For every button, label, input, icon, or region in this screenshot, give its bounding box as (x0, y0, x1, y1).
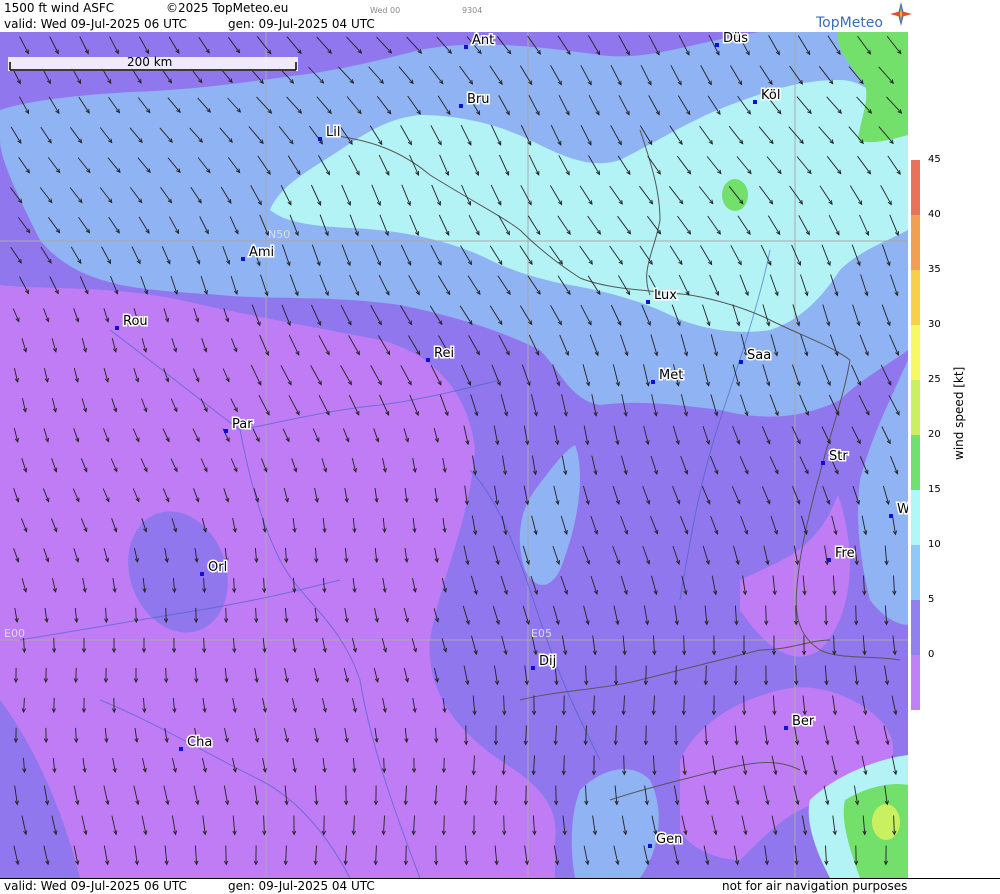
legend-tick-label: 40 (928, 209, 941, 220)
city-label-ant: Ant (472, 33, 494, 48)
city-label-cha: Cha (187, 735, 212, 750)
city-marker-orl (200, 572, 204, 576)
city-label-par: Par (232, 417, 253, 432)
legend-swatch (911, 435, 920, 490)
city-label-dij: Dij (539, 654, 556, 669)
city-label-lil: Lil (326, 125, 340, 140)
footer-generated-text: gen: 09-Jul-2025 04 UTC (228, 879, 375, 893)
footer-bar: valid: Wed 09-Jul-2025 06 UTC gen: 09-Ju… (0, 878, 1000, 894)
city-label-bru: Bru (467, 92, 490, 107)
city-marker-lux (646, 300, 650, 304)
run-code-text: 9304 (462, 4, 482, 18)
city-label-w: W (897, 502, 908, 517)
legend-tick-label: 25 (928, 374, 941, 385)
scale-bar-label: 200 km (127, 55, 172, 69)
header-bar: 1500 ft wind ASFC ©2025 TopMeteo.eu Wed … (0, 0, 1000, 32)
legend-swatch (911, 325, 920, 380)
legend-tick-label: 20 (928, 429, 941, 440)
legend-swatch (911, 160, 920, 215)
city-marker-düs (715, 43, 719, 47)
city-marker-ber (784, 726, 788, 730)
generated-time-text: gen: 09-Jul-2025 04 UTC (228, 17, 375, 31)
legend-swatch (911, 270, 920, 325)
city-marker-dij (531, 666, 535, 670)
city-label-rei: Rei (434, 346, 454, 361)
city-marker-saa (739, 360, 743, 364)
city-label-fre: Fre (835, 546, 855, 561)
city-label-rou: Rou (123, 314, 148, 329)
city-label-lux: Lux (654, 288, 677, 303)
legend-tick-label: 35 (928, 264, 941, 275)
city-marker-ant (464, 45, 468, 49)
city-marker-ami (241, 257, 245, 261)
city-marker-cha (179, 747, 183, 751)
city-marker-köl (753, 100, 757, 104)
wind-map: N50 E00 E05 200 km Ant Düs Bru Köl Lil Ami Lux… (0, 32, 909, 878)
legend-swatch (911, 545, 920, 600)
product-title: 1500 ft wind ASFC (4, 1, 114, 15)
city-label-saa: Saa (747, 348, 771, 363)
legend-title: wind speed [kt] (952, 367, 966, 460)
wind-zone-20-25kt-spot (722, 179, 748, 211)
valid-time-text: valid: Wed 09-Jul-2025 06 UTC (4, 17, 187, 31)
legend-tick-label: 0 (928, 649, 934, 660)
city-label-met: Met (659, 368, 683, 383)
topmeteo-logo: TopMeteo (816, 15, 883, 31)
city-marker-rou (115, 326, 119, 330)
legend-swatch (911, 600, 920, 655)
city-marker-met (651, 380, 655, 384)
city-label-ami: Ami (249, 245, 274, 260)
city-marker-rei (426, 358, 430, 362)
compass-logo-icon (890, 2, 912, 28)
lat-label-n50: N50 (268, 228, 290, 241)
city-label-gen: Gen (656, 832, 682, 847)
city-label-köl: Köl (761, 88, 780, 103)
city-label-düs: Düs (723, 32, 748, 46)
city-marker-lil (318, 137, 322, 141)
day-code-text: Wed 00 (370, 4, 400, 18)
copyright-text: ©2025 TopMeteo.eu (166, 1, 288, 15)
city-marker-str (821, 461, 825, 465)
city-marker-bru (459, 104, 463, 108)
legend-tick-label: 15 (928, 484, 941, 495)
lon-label-e00: E00 (4, 627, 25, 640)
legend-tick-label: 5 (928, 594, 934, 605)
legend-swatch (911, 655, 920, 710)
city-label-orl: Orl (208, 560, 227, 575)
city-label-ber: Ber (792, 714, 815, 729)
city-marker-w (889, 514, 893, 518)
legend-tick-label: 45 (928, 154, 941, 165)
city-marker-gen (648, 844, 652, 848)
map-canvas: N50 E00 E05 200 km Ant Düs Bru Köl Lil Ami Lux… (0, 32, 908, 878)
lon-label-e05: E05 (531, 627, 552, 640)
city-marker-fre (827, 558, 831, 562)
legend-tick-label: 10 (928, 539, 941, 550)
city-marker-par (224, 429, 228, 433)
legend-swatch (911, 490, 920, 545)
legend-tick-label: 30 (928, 319, 941, 330)
wind-zone-25-30kt-spot (872, 804, 900, 840)
legend-swatch (911, 380, 920, 435)
scale-bar: 200 km (8, 55, 298, 71)
disclaimer-text: not for air navigation purposes (722, 879, 907, 893)
city-label-str: Str (829, 449, 848, 464)
legend-swatch (911, 215, 920, 270)
footer-valid-text: valid: Wed 09-Jul-2025 06 UTC (4, 879, 187, 893)
